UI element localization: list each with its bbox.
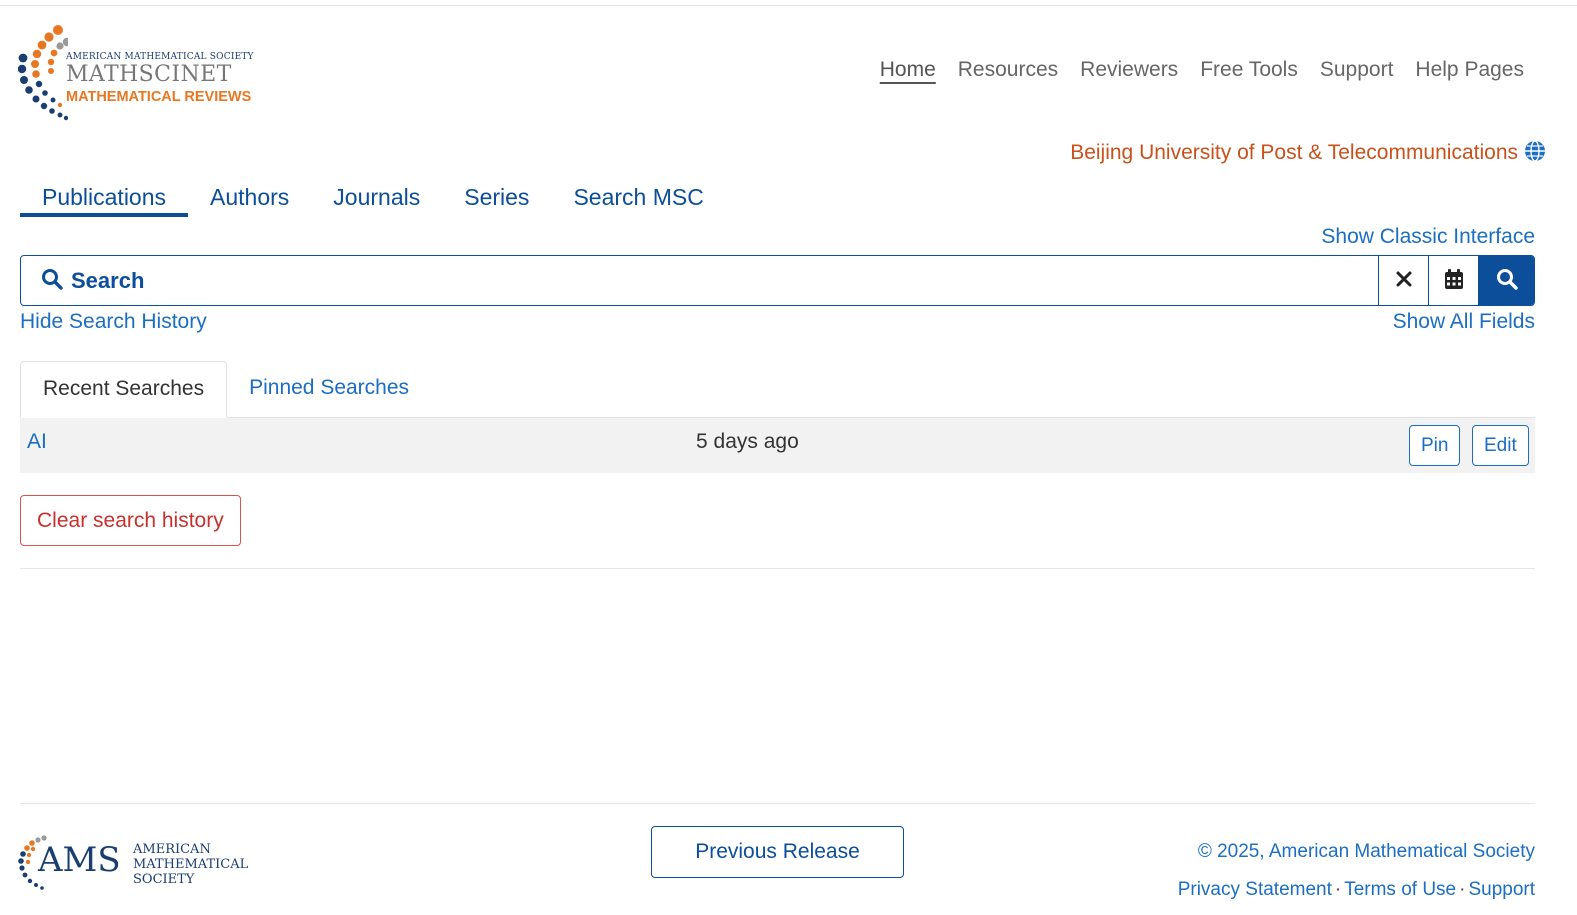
nav-support[interactable]: Support [1320,58,1394,82]
terms-of-use-link[interactable]: Terms of Use [1344,879,1456,900]
ams-name-line: Mathematical [133,857,249,872]
tab-publications[interactable]: Publications [20,182,189,217]
privacy-statement-link[interactable]: Privacy Statement [1178,879,1332,900]
copyright-link[interactable]: © 2025, American Mathematical Society [1198,841,1535,863]
clear-search-history-button[interactable]: Clear search history [20,495,241,546]
institution-indicator[interactable]: Beijing University of Post & Telecommuni… [1070,140,1546,166]
search-type-tabs: Publications Authors Journals Series Sea… [20,182,726,217]
footer-divider [20,803,1535,804]
nav-home[interactable]: Home [880,58,936,82]
tab-authors[interactable]: Authors [188,182,311,217]
content-divider [20,568,1535,569]
footer-links: Privacy Statement · Terms of Use · Support [1178,879,1535,901]
separator: · [1334,879,1342,900]
ams-name-line: American [133,842,211,857]
history-row: AI 5 days ago Pin Edit [20,418,1535,473]
top-divider [0,5,1577,6]
product-name: MATHSCINET [66,62,232,87]
hide-search-history-link[interactable]: Hide Search History [20,310,207,334]
clear-search-button[interactable] [1378,256,1428,305]
history-tabs: Recent Searches Pinned Searches [20,361,1535,418]
pin-button[interactable]: Pin [1409,425,1461,466]
tab-pinned-searches[interactable]: Pinned Searches [227,361,431,417]
close-icon [1395,270,1413,292]
institution-name: Beijing University of Post & Telecommuni… [1070,141,1518,164]
previous-release-button[interactable]: Previous Release [651,826,904,878]
society-line: American Mathematical Society [66,52,254,62]
search-bar [20,255,1535,306]
nav-help-pages[interactable]: Help Pages [1415,58,1524,82]
product-subtitle: MATHEMATICAL REVIEWS [66,89,252,105]
search-icon [41,268,63,294]
date-range-button[interactable] [1428,256,1478,305]
globe-icon [1524,140,1546,166]
show-all-fields-link[interactable]: Show All Fields [1393,310,1535,334]
nav-free-tools[interactable]: Free Tools [1200,58,1298,82]
tab-recent-searches[interactable]: Recent Searches [20,361,228,418]
ams-wordmark: AMS [38,840,121,880]
footer-support-link[interactable]: Support [1468,879,1535,900]
separator: · [1459,879,1466,900]
mathscinet-logo[interactable]: American Mathematical Society MATHSCINET… [18,22,258,124]
tab-search-msc[interactable]: Search MSC [551,182,725,217]
search-input[interactable] [69,266,1378,295]
ams-full-name: American Mathematical Society [133,842,248,887]
history-query-link[interactable]: AI [27,430,47,454]
history-timestamp: 5 days ago [696,430,799,453]
tab-series[interactable]: Series [442,182,551,217]
ams-name-line: Society [133,872,195,887]
dot-swirl-icon [18,25,68,121]
tab-journals[interactable]: Journals [311,182,442,217]
calendar-icon [1444,268,1464,294]
ams-logo[interactable]: AMS American Mathematical Society [18,834,258,894]
show-classic-interface-link[interactable]: Show Classic Interface [1321,225,1535,249]
search-field [21,256,1378,305]
nav-resources[interactable]: Resources [958,58,1058,82]
search-icon [1496,268,1518,294]
top-navigation: Home Resources Reviewers Free Tools Supp… [880,58,1524,82]
edit-button[interactable]: Edit [1472,425,1529,466]
nav-reviewers[interactable]: Reviewers [1080,58,1178,82]
submit-search-button[interactable] [1478,256,1534,305]
